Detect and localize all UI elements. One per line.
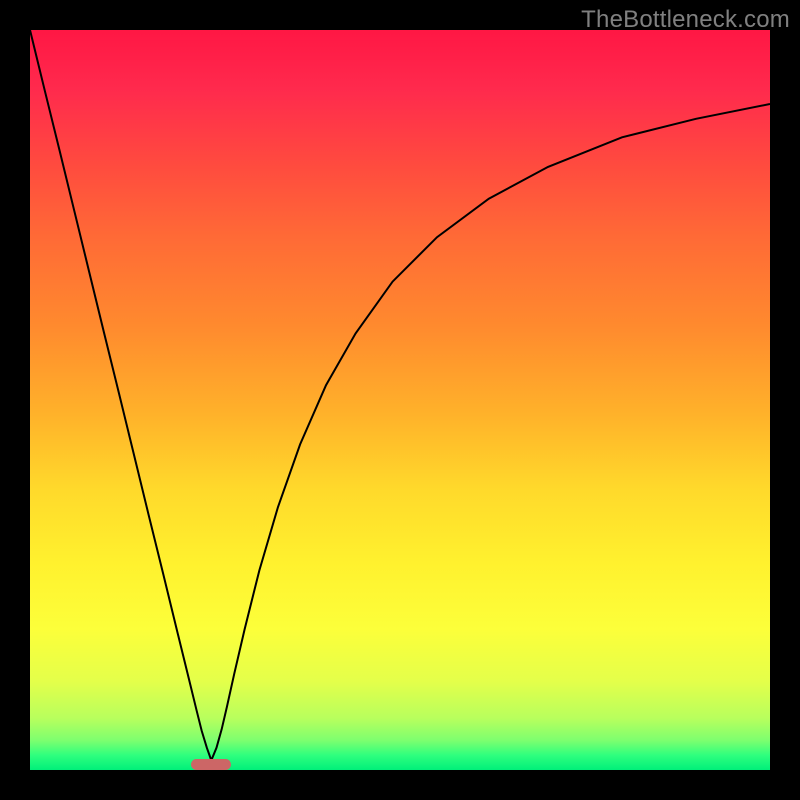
plot-area	[30, 30, 770, 770]
curve-svg	[30, 30, 770, 770]
chart-frame: TheBottleneck.com	[0, 0, 800, 800]
bottleneck-curve	[30, 30, 770, 760]
watermark-text: TheBottleneck.com	[581, 6, 790, 34]
optimal-marker	[191, 759, 231, 770]
